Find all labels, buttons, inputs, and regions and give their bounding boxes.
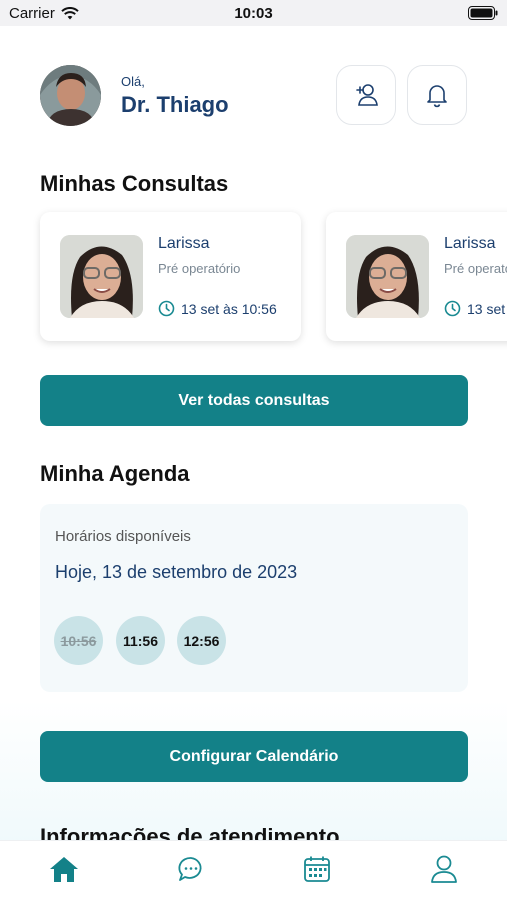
clock-icon <box>158 300 175 317</box>
appointment-time: 13 set às 10:56 <box>158 300 277 317</box>
avatar-image <box>40 65 101 126</box>
battery-icon <box>468 6 498 20</box>
view-all-appointments-button[interactable]: Ver todas consultas <box>40 375 468 426</box>
available-times-label: Horários disponíveis <box>55 528 191 545</box>
tab-calendar[interactable] <box>301 853 333 885</box>
patient-photo <box>346 235 429 318</box>
home-screen: Olá, Dr. Thiago Minhas Consultas Larissa… <box>0 26 507 840</box>
time-slot[interactable]: 11:56 <box>116 616 165 665</box>
configure-calendar-button[interactable]: Configurar Calendário <box>40 731 468 782</box>
status-bar: Carrier 10:03 <box>0 0 507 26</box>
status-time: 10:03 <box>234 5 273 22</box>
patient-name: Larissa <box>444 235 496 252</box>
add-patient-button[interactable] <box>336 65 396 125</box>
time-slot-unavailable: 10:56 <box>54 616 103 665</box>
notifications-button[interactable] <box>407 65 467 125</box>
tab-profile[interactable] <box>428 853 460 885</box>
tab-bar <box>0 840 507 900</box>
time-slot[interactable]: 12:56 <box>177 616 226 665</box>
agenda-date: Hoje, 13 de setembro de 2023 <box>55 562 298 582</box>
profile-icon <box>431 855 457 883</box>
agenda-card: Horários disponíveis Hoje, 13 de setembr… <box>40 504 468 692</box>
bell-icon <box>427 85 447 108</box>
patient-photo <box>60 235 143 318</box>
chat-icon <box>178 857 202 881</box>
agenda-title: Minha Agenda <box>40 461 190 486</box>
info-title: Informações de atendimento <box>40 824 340 840</box>
calendar-icon <box>304 856 330 882</box>
appointment-time-label: 13 set às 10:56 <box>181 300 277 317</box>
user-avatar[interactable] <box>40 65 101 126</box>
appointment-card[interactable]: Larissa Pré operatório 13 set às 10:56 <box>326 212 507 341</box>
tab-messages[interactable] <box>175 853 207 885</box>
appointment-time-label: 13 set às 10:56 <box>467 300 507 317</box>
appointment-type: Pré operatório <box>444 261 507 276</box>
appointment-time: 13 set às 10:56 <box>444 300 507 317</box>
add-user-icon <box>356 84 378 106</box>
consultas-title: Minhas Consultas <box>40 171 229 196</box>
appointment-card[interactable]: Larissa Pré operatório 13 set às 10:56 <box>40 212 301 341</box>
home-icon <box>50 857 78 882</box>
patient-name: Larissa <box>158 235 210 252</box>
appointment-type: Pré operatório <box>158 261 241 276</box>
clock-icon <box>444 300 461 317</box>
greeting-label: Olá, <box>121 74 145 89</box>
tab-home[interactable] <box>48 853 80 885</box>
doctor-name: Dr. Thiago <box>121 92 229 117</box>
